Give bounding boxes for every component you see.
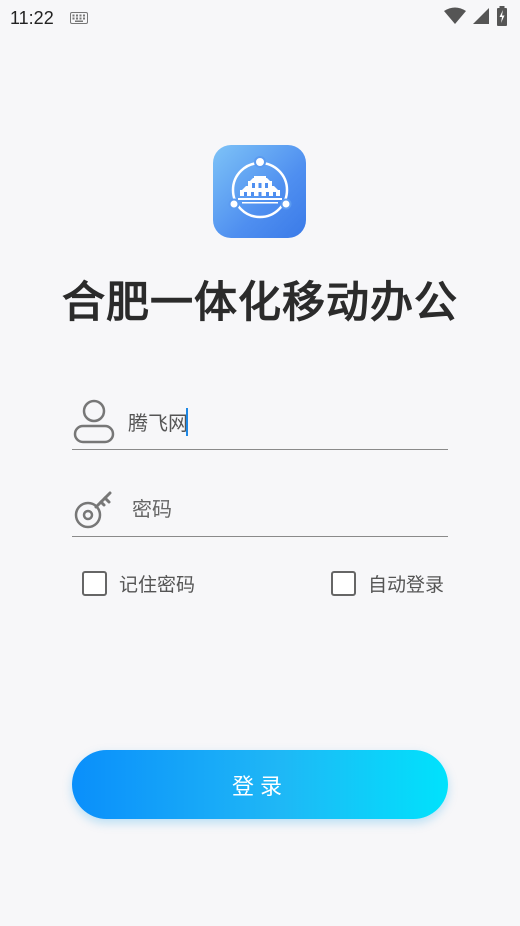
- checkbox-box[interactable]: [82, 571, 107, 596]
- auto-login-checkbox[interactable]: 自动登录: [331, 570, 444, 597]
- text-caret: [186, 407, 188, 436]
- username-field[interactable]: 腾飞网: [72, 394, 448, 450]
- key-icon: [72, 486, 116, 532]
- remember-password-checkbox[interactable]: 记住密码: [82, 570, 195, 597]
- wifi-icon: [444, 7, 466, 29]
- user-icon: [72, 399, 116, 445]
- auto-login-label: 自动登录: [368, 574, 445, 596]
- password-field[interactable]: [72, 481, 448, 537]
- status-time: 11:22: [10, 7, 54, 28]
- battery-icon: [496, 6, 508, 30]
- remember-password-label: 记住密码: [119, 574, 196, 596]
- cell-signal-icon: [472, 7, 490, 29]
- password-input[interactable]: [132, 488, 432, 529]
- checkbox-box[interactable]: [331, 571, 356, 596]
- app-logo: [213, 145, 306, 238]
- login-button[interactable]: 登录: [72, 750, 448, 819]
- status-left: 11:22: [10, 8, 88, 29]
- app-title: 合肥一体化移动办公: [62, 278, 458, 328]
- status-bar: 11:22: [0, 0, 520, 36]
- keyboard-icon: [69, 9, 88, 28]
- username-input[interactable]: 腾飞网: [128, 402, 428, 442]
- status-right: [444, 6, 508, 30]
- city-building-logo-icon: [220, 150, 300, 234]
- username-value: 腾飞网: [128, 411, 188, 435]
